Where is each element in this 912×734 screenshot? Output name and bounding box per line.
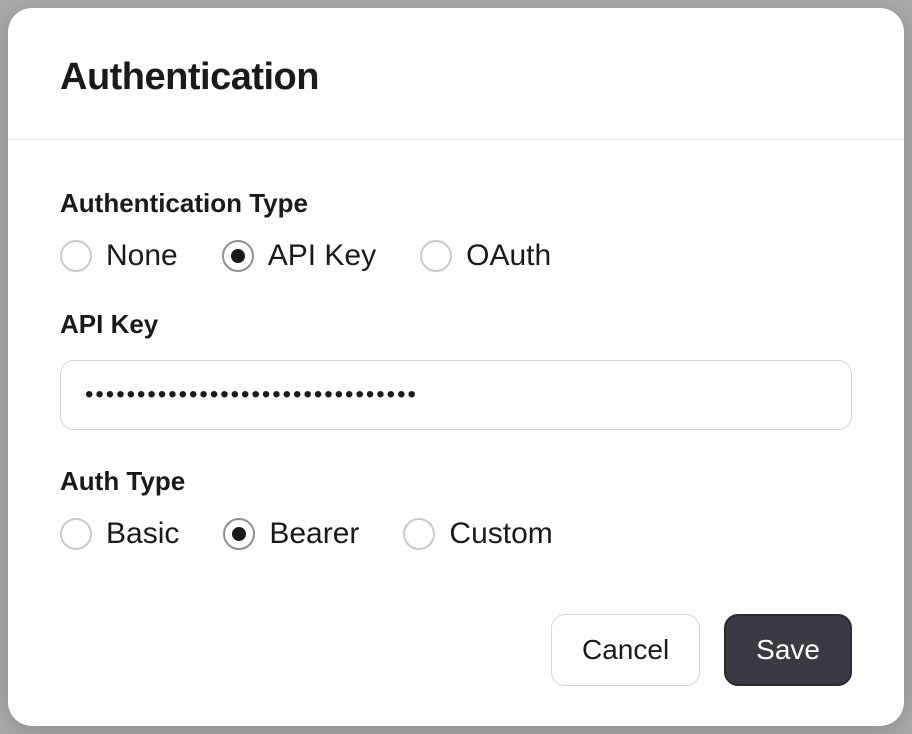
radio-icon xyxy=(222,240,254,272)
radio-icon xyxy=(223,518,255,550)
radio-icon xyxy=(403,518,435,550)
auth-type-radios: Basic Bearer Custom xyxy=(60,517,852,551)
radio-label-bearer: Bearer xyxy=(269,517,359,551)
modal-title: Authentication xyxy=(60,56,852,99)
modal-footer: Cancel Save xyxy=(8,614,904,726)
radio-option-oauth[interactable]: OAuth xyxy=(420,239,551,273)
auth-type-label: Auth Type xyxy=(60,466,852,497)
authentication-type-radios: None API Key OAuth xyxy=(60,239,852,273)
modal-header: Authentication xyxy=(8,8,904,140)
api-key-input[interactable] xyxy=(60,360,852,430)
radio-option-api-key[interactable]: API Key xyxy=(222,239,376,273)
radio-label-custom: Custom xyxy=(449,517,552,551)
radio-option-basic[interactable]: Basic xyxy=(60,517,179,551)
api-key-group: API Key xyxy=(60,309,852,430)
radio-icon xyxy=(60,518,92,550)
radio-label-none: None xyxy=(106,239,178,273)
cancel-button[interactable]: Cancel xyxy=(551,614,700,686)
radio-option-custom[interactable]: Custom xyxy=(403,517,552,551)
modal-body: Authentication Type None API Key OAuth A… xyxy=(8,140,904,614)
authentication-type-group: Authentication Type None API Key OAuth xyxy=(60,188,852,273)
radio-label-oauth: OAuth xyxy=(466,239,551,273)
save-button[interactable]: Save xyxy=(724,614,852,686)
radio-option-bearer[interactable]: Bearer xyxy=(223,517,359,551)
auth-type-group: Auth Type Basic Bearer Custom xyxy=(60,466,852,551)
radio-label-basic: Basic xyxy=(106,517,179,551)
radio-label-api-key: API Key xyxy=(268,239,376,273)
authentication-modal: Authentication Authentication Type None … xyxy=(8,8,904,726)
radio-icon xyxy=(420,240,452,272)
authentication-type-label: Authentication Type xyxy=(60,188,852,219)
radio-icon xyxy=(60,240,92,272)
api-key-label: API Key xyxy=(60,309,852,340)
radio-option-none[interactable]: None xyxy=(60,239,178,273)
